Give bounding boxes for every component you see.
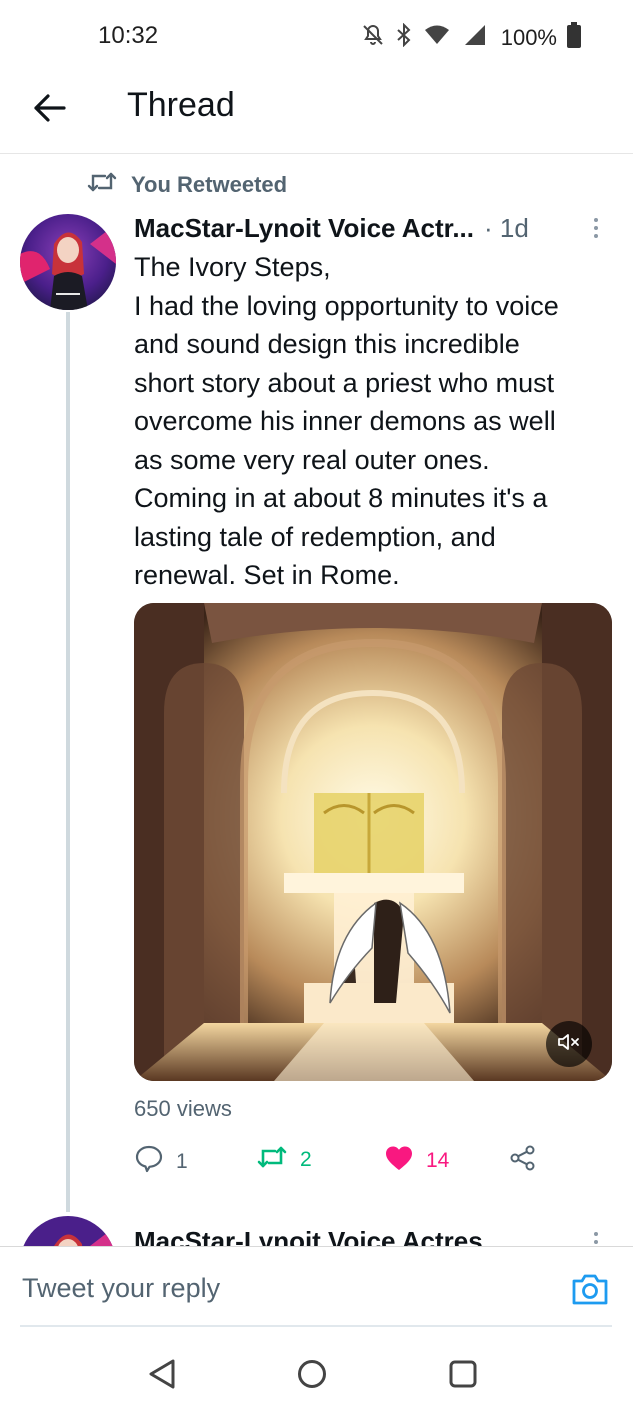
back-arrow-icon [34,93,66,127]
share-button[interactable] [509,1144,537,1178]
tweet-actions: 1 2 14 [134,1140,614,1184]
video-frame [134,603,612,1081]
nav-back-button[interactable] [142,1356,182,1396]
author-name[interactable]: MacStar-Lynoit Voice Actr... [134,213,474,244]
share-icon [509,1144,537,1178]
tweet-text-line: and sound design this incredible [134,329,520,359]
retweet-button[interactable]: 2 [256,1144,312,1176]
more-dot [594,1232,598,1236]
camera-button[interactable] [570,1271,610,1311]
battery-icon [567,22,581,53]
tweet-text-line: lasting tale of redemption, and [134,521,496,552]
nav-home-button[interactable] [292,1356,332,1396]
mute-toggle-button[interactable] [546,1021,592,1067]
system-nav-bar [0,1342,633,1413]
retweet-count: 2 [300,1148,312,1171]
tweet-text-line: overcome his inner demons as well [134,406,556,436]
signal-icon [461,23,487,52]
avatar[interactable] [20,214,116,310]
reply-icon [134,1144,164,1180]
tweet-header: MacStar-Lynoit Voice Actr... · 1d [134,208,614,248]
more-dot [594,226,598,230]
battery-percent: 100% [500,24,557,50]
more-dot [594,1240,598,1244]
nav-recents-button[interactable] [443,1356,483,1396]
status-time: 10:32 [98,22,159,49]
retweet-icon [256,1144,288,1176]
reply-button[interactable]: 1 [134,1144,188,1180]
tweet-timestamp[interactable]: · 1d [484,213,529,244]
reply-divider [20,1325,612,1327]
tweet-text-line: I had the loving opportunity to voice [134,290,559,321]
more-dot [594,234,598,238]
nav-home-icon [296,1358,328,1395]
tweet-text-line: Coming in at about 8 minutes it's a [134,483,548,513]
page-title: Thread [127,86,235,124]
retweet-label: You Retweeted [131,171,288,197]
like-button[interactable]: 14 [384,1144,449,1178]
nav-back-icon [147,1358,177,1395]
tweet-text: The Ivory Steps, I had the loving opport… [134,248,614,595]
status-icons: 100% [361,22,581,53]
more-options-button[interactable] [586,212,606,244]
tweet-text-line: short story about a priest who must [134,367,555,398]
nav-recents-icon [448,1359,478,1394]
reply-count: 1 [176,1150,188,1173]
view-count: 650 views [134,1096,232,1121]
reply-input[interactable]: Tweet your reply [22,1273,220,1304]
wifi-icon [423,23,451,52]
like-count: 14 [426,1149,450,1172]
status-bar: 10:32 100% [0,0,633,72]
back-button[interactable] [28,88,72,132]
bluetooth-icon [395,22,413,52]
tweet-video[interactable] [134,603,612,1081]
tweet-text-line: as some very real outer ones. [134,444,490,475]
tweet-text-line: renewal. Set in Rome. [134,560,400,590]
heart-icon [384,1144,414,1178]
tweet-text-line: The Ivory Steps, [134,252,331,282]
thread-connector-line [66,312,70,1212]
retweet-icon [87,170,117,199]
thread-header: Thread [0,72,633,154]
mute-icon [361,23,385,52]
camera-icon [570,1274,610,1311]
mute-speaker-icon [557,1032,581,1057]
retweet-context[interactable]: You Retweeted [87,170,287,199]
more-dot [594,218,598,222]
